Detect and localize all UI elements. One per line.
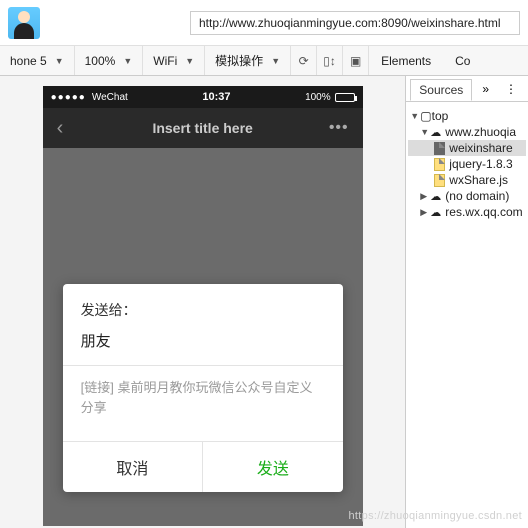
device-viewport: ●●●●● WeChat 10:37 100% ‹ Insert title h… (0, 76, 405, 528)
tree-file-wxshare[interactable]: wxShare.js (408, 172, 526, 188)
zoom-value: 100% (85, 54, 116, 68)
network-select[interactable]: WiFi ▼ (143, 46, 205, 75)
device-select[interactable]: hone 5 ▼ (0, 46, 75, 75)
chevron-down-icon: ▼ (123, 56, 132, 66)
kebab-menu-icon[interactable]: ⋮ (499, 82, 524, 96)
devtools-panel: Sources » ⋮ ▼▢ top ▼☁www.zhuoqia weixins… (405, 76, 528, 528)
device-name: hone 5 (10, 54, 47, 68)
tabs-overflow-icon[interactable]: » (476, 82, 495, 96)
signal-icon: ●●●●● (51, 92, 86, 103)
tree-nodomain[interactable]: ▶☁(no domain) (408, 188, 526, 204)
tab-elements[interactable]: Elements (369, 46, 443, 75)
chevron-down-icon: ▼ (185, 56, 194, 66)
file-icon (434, 174, 445, 187)
chevron-down-icon: ▼ (271, 56, 280, 66)
send-to-label: 发送给： (81, 300, 325, 320)
network-value: WiFi (153, 54, 177, 68)
browser-top-bar (0, 0, 528, 46)
address-bar[interactable] (190, 11, 520, 35)
workspace: ●●●●● WeChat 10:37 100% ‹ Insert title h… (0, 76, 528, 528)
ruler-icon[interactable]: ▯↕ (317, 46, 343, 75)
phone-nav-bar: ‹ Insert title here ••• (43, 108, 363, 148)
cloud-icon: ☁ (430, 126, 441, 139)
dialog-divider (63, 365, 343, 366)
tab-sources[interactable]: Sources (410, 79, 472, 101)
chevron-down-icon: ▼ (55, 56, 64, 66)
send-button[interactable]: 发送 (203, 442, 343, 492)
tree-file-jquery[interactable]: jquery-1.8.3 (408, 156, 526, 172)
page-title: Insert title here (81, 120, 325, 136)
back-icon[interactable]: ‹ (57, 117, 81, 140)
tree-reswx[interactable]: ▶☁res.wx.qq.com (408, 204, 526, 220)
rotate-icon[interactable]: ⟳ (291, 46, 317, 75)
tree-file-html[interactable]: weixinshare (408, 140, 526, 156)
share-link-preview: [链接] 桌前明月教你玩微信公众号自定义分享 (81, 378, 325, 417)
carrier-label: WeChat (92, 92, 128, 103)
sources-file-tree: ▼▢ top ▼☁www.zhuoqia weixinshare jquery-… (406, 102, 528, 226)
throttle-select[interactable]: 模拟操作 ▼ (205, 46, 291, 75)
status-time: 10:37 (128, 91, 305, 103)
tab-console[interactable]: Co (443, 46, 482, 75)
zoom-select[interactable]: 100% ▼ (75, 46, 144, 75)
device-toolbar: hone 5 ▼ 100% ▼ WiFi ▼ 模拟操作 ▼ ⟳ ▯↕ ▣ Element… (0, 46, 528, 76)
tree-top[interactable]: ▼▢ top (408, 108, 526, 124)
file-icon (434, 142, 445, 155)
file-icon (434, 158, 445, 171)
recipient-name: 朋友 (81, 330, 325, 351)
battery-icon (335, 93, 355, 102)
profile-avatar[interactable] (8, 7, 40, 39)
inspect-icon[interactable]: ▣ (343, 46, 369, 75)
throttle-value: 模拟操作 (215, 52, 263, 69)
cancel-button[interactable]: 取消 (63, 442, 204, 492)
cloud-icon: ☁ (430, 190, 441, 203)
more-icon[interactable]: ••• (325, 119, 349, 137)
dialog-buttons: 取消 发送 (63, 441, 343, 492)
battery-percent: 100% (305, 92, 331, 103)
cloud-icon: ☁ (430, 206, 441, 219)
phone-screen: ●●●●● WeChat 10:37 100% ‹ Insert title h… (43, 86, 363, 526)
tree-domain[interactable]: ▼☁www.zhuoqia (408, 124, 526, 140)
share-dialog: 发送给： 朋友 [链接] 桌前明月教你玩微信公众号自定义分享 取消 发送 (63, 284, 343, 492)
devtools-tab-bar: Sources » ⋮ (406, 76, 528, 102)
phone-status-bar: ●●●●● WeChat 10:37 100% (43, 86, 363, 108)
